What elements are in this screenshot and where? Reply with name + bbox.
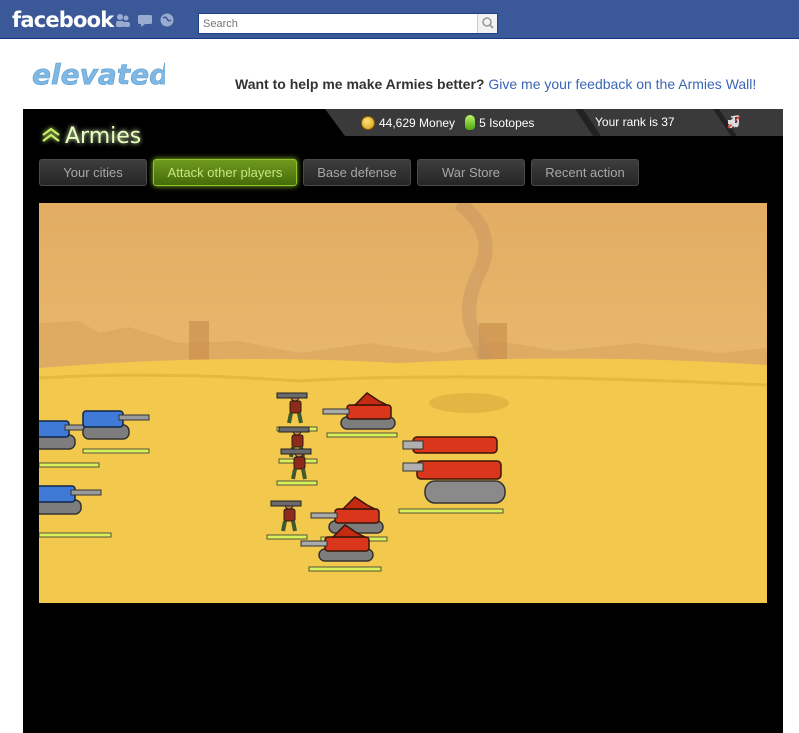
search-input[interactable] bbox=[199, 14, 477, 33]
isotope-icon bbox=[465, 115, 476, 130]
status-bar: 44,629 Money 5 Isotopes Your rank is 37 bbox=[325, 109, 783, 136]
promo-lead-text: Want to help me make Armies better? bbox=[235, 76, 485, 92]
messages-icon[interactable] bbox=[137, 13, 153, 27]
search-button[interactable] bbox=[477, 14, 497, 33]
facebook-search-box bbox=[198, 13, 498, 34]
tab-attack-other-players[interactable]: Attack other players bbox=[153, 159, 297, 186]
facebook-nav-icons bbox=[115, 13, 175, 27]
money-coin-icon bbox=[361, 115, 375, 130]
tab-war-store[interactable]: War Store bbox=[417, 159, 525, 186]
armies-logo-text: Armies bbox=[65, 124, 141, 149]
battle-scene[interactable] bbox=[39, 203, 767, 603]
isotopes-amount: 5 Isotopes bbox=[479, 115, 535, 130]
facebook-top-bar: facebook bbox=[0, 0, 799, 39]
friends-icon[interactable] bbox=[115, 13, 131, 27]
armies-wall-feedback-link[interactable]: Give me your feedback on the Armies Wall… bbox=[488, 76, 756, 92]
tab-recent-action[interactable]: Recent action bbox=[531, 159, 639, 186]
player-rank: Your rank is 37 bbox=[595, 115, 675, 129]
money-amount: 44,629 Money bbox=[379, 115, 456, 130]
tab-your-cities[interactable]: Your cities bbox=[39, 159, 147, 186]
sound-volume-icon[interactable] bbox=[727, 115, 743, 129]
game-nav-tabs: Your cities Attack other players Base de… bbox=[39, 159, 639, 186]
elevated-logo-text: elevated bbox=[32, 58, 165, 91]
elevated-logo[interactable]: elevated bbox=[30, 56, 165, 92]
notifications-globe-icon[interactable] bbox=[159, 13, 175, 27]
feedback-promo: Want to help me make Armies better? Give… bbox=[235, 76, 756, 92]
armies-logo: Armies bbox=[42, 124, 141, 149]
armies-game-frame: Armies 44,629 Money 5 Isotopes Your rank… bbox=[23, 109, 783, 733]
facebook-logo[interactable]: facebook bbox=[12, 8, 114, 32]
search-icon bbox=[482, 17, 494, 29]
currency-display: 44,629 Money 5 Isotopes bbox=[361, 115, 534, 130]
tab-base-defense[interactable]: Base defense bbox=[303, 159, 411, 186]
